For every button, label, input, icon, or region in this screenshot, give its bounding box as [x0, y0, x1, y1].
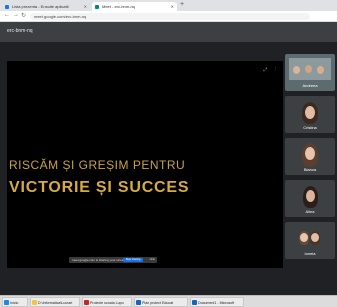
share-message: meet.google.com is sharing your screen — [72, 258, 126, 262]
participant-name: Alina — [305, 209, 315, 214]
meet-window: erc-bnm-nq ⤢ ⋮ RISCĂM ȘI GREȘIM PENTRU V… — [0, 22, 337, 307]
windows-taskbar: Iniciu D:\Informatica\Lucrari Proiecte s… — [0, 295, 337, 307]
person — [306, 190, 315, 202]
stop-sharing-button[interactable]: Stop sharing — [123, 258, 143, 262]
presentation-controls[interactable]: ⤢ ⋮ — [263, 67, 279, 73]
person — [305, 147, 315, 160]
tab-meet[interactable]: Meet - erc-bnm-nq ✕ — [92, 2, 177, 11]
windows-icon — [4, 300, 9, 305]
reload-icon[interactable]: ↻ — [21, 12, 26, 19]
tab-lista-prezenta[interactable]: Lista prezenta - Ensuite aplicatii ✕ — [2, 2, 90, 11]
taskbar-label: Document1 - Microsoft — [198, 301, 235, 305]
taskbar-explorer[interactable]: D:\Informatica\Lucrari — [30, 297, 80, 307]
tab-favicon-icon — [5, 4, 9, 9]
person — [300, 233, 308, 242]
participant-tile[interactable]: Alina — [285, 180, 335, 217]
participant-name: Andreea — [302, 83, 318, 88]
taskbar-item[interactable]: Proiecte scoala Lupu — [82, 297, 132, 307]
taskbar-label: D:\Informatica\Lucrari — [38, 301, 73, 305]
participant-name: Ionela — [304, 251, 316, 256]
taskbar-label: Proiecte scoala Lupu — [90, 301, 124, 305]
meet-top-bar: erc-bnm-nq — [0, 22, 337, 42]
address-bar: ← → ↻ meet.google.com/erc-bnm-nq — [0, 11, 337, 22]
folder-icon — [32, 300, 37, 305]
participant-name: Cristina — [303, 125, 317, 130]
person — [305, 65, 312, 73]
participant-name: Bianca — [303, 167, 317, 172]
participant-tile[interactable]: Cristina — [285, 96, 335, 133]
app-icon — [84, 300, 89, 305]
back-icon[interactable]: ← — [4, 12, 10, 18]
taskbar-start[interactable]: Iniciu — [2, 297, 28, 307]
taskbar-label: Iniciu — [10, 301, 19, 305]
person — [311, 233, 319, 242]
meet-favicon-icon — [95, 4, 99, 9]
screen: Lista prezenta - Ensuite aplicatii ✕ Mee… — [0, 0, 337, 307]
browser-tab-strip: Lista prezenta - Ensuite aplicatii ✕ Mee… — [0, 0, 337, 11]
close-tab-icon[interactable]: ✕ — [171, 2, 174, 11]
participant-tile[interactable]: Ionela — [285, 222, 335, 259]
person — [317, 66, 324, 74]
word-icon — [136, 300, 141, 305]
new-tab-icon[interactable]: + — [180, 1, 184, 8]
participant-tile[interactable]: Andreea — [285, 54, 335, 91]
tab-label: Lista prezenta - Ensuite aplicatii — [12, 4, 69, 9]
person — [305, 106, 315, 119]
slide-line-1: RISCĂM ȘI GREȘIM PENTRU — [9, 158, 186, 172]
forward-icon[interactable]: → — [13, 12, 19, 18]
presentation-area: ⤢ ⋮ RISCĂM ȘI GREȘIM PENTRU VICTORIE ȘI … — [7, 61, 283, 268]
person — [293, 66, 300, 74]
url-field[interactable]: meet.google.com/erc-bnm-nq — [30, 13, 310, 20]
hide-button[interactable]: Hide — [150, 257, 155, 263]
slide-line-2: VICTORIE ȘI SUCCES — [9, 179, 190, 196]
meeting-code: erc-bnm-nq — [7, 28, 33, 34]
taskbar-word-1[interactable]: Plan proiect Educat — [134, 297, 188, 307]
taskbar-word-2[interactable]: Document1 - Microsoft — [190, 297, 244, 307]
screen-share-bar: meet.google.com is sharing your screen S… — [69, 257, 157, 263]
taskbar-label: Plan proiect Educat — [142, 301, 174, 305]
word-icon — [192, 300, 197, 305]
close-tab-icon[interactable]: ✕ — [84, 2, 87, 11]
tab-label: Meet - erc-bnm-nq — [102, 4, 135, 9]
participant-tile[interactable]: Bianca — [285, 138, 335, 175]
